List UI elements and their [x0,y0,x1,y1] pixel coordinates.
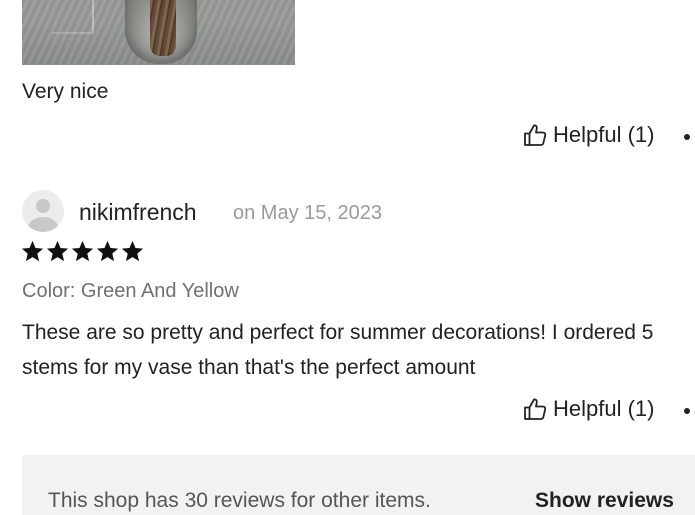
thumbs-up-icon [522,396,548,422]
star-icon [21,240,44,262]
star-icon [71,240,94,262]
other-reviews-text: This shop has 30 reviews for other items… [48,489,431,512]
review-text: Very nice [22,80,109,103]
separator-dot [684,134,690,140]
review-text: These are so pretty and perfect for summ… [22,321,654,379]
review-photo[interactable] [22,0,295,65]
thumbs-up-icon [522,122,548,148]
star-rating [20,239,145,264]
helpful-button[interactable]: Helpful (1) [522,396,654,422]
helpful-label: Helpful (1) [553,396,655,421]
review-variant: Color: Green And Yellow [22,280,239,302]
helpful-label: Helpful (1) [553,122,655,147]
separator-dot [684,408,690,414]
star-icon [96,240,119,262]
photo-stems [150,0,176,56]
show-reviews-link[interactable]: Show reviews [535,489,674,513]
other-reviews-banner: This shop has 30 reviews for other items… [22,455,695,515]
helpful-button[interactable]: Helpful (1) [522,122,654,148]
reviewer-name[interactable]: nikimfrench [79,197,197,227]
star-icon [121,240,144,262]
star-icon [46,240,69,262]
user-avatar-icon [22,190,64,232]
photo-chair [52,0,94,34]
review-date: on May 15, 2023 [233,202,382,224]
